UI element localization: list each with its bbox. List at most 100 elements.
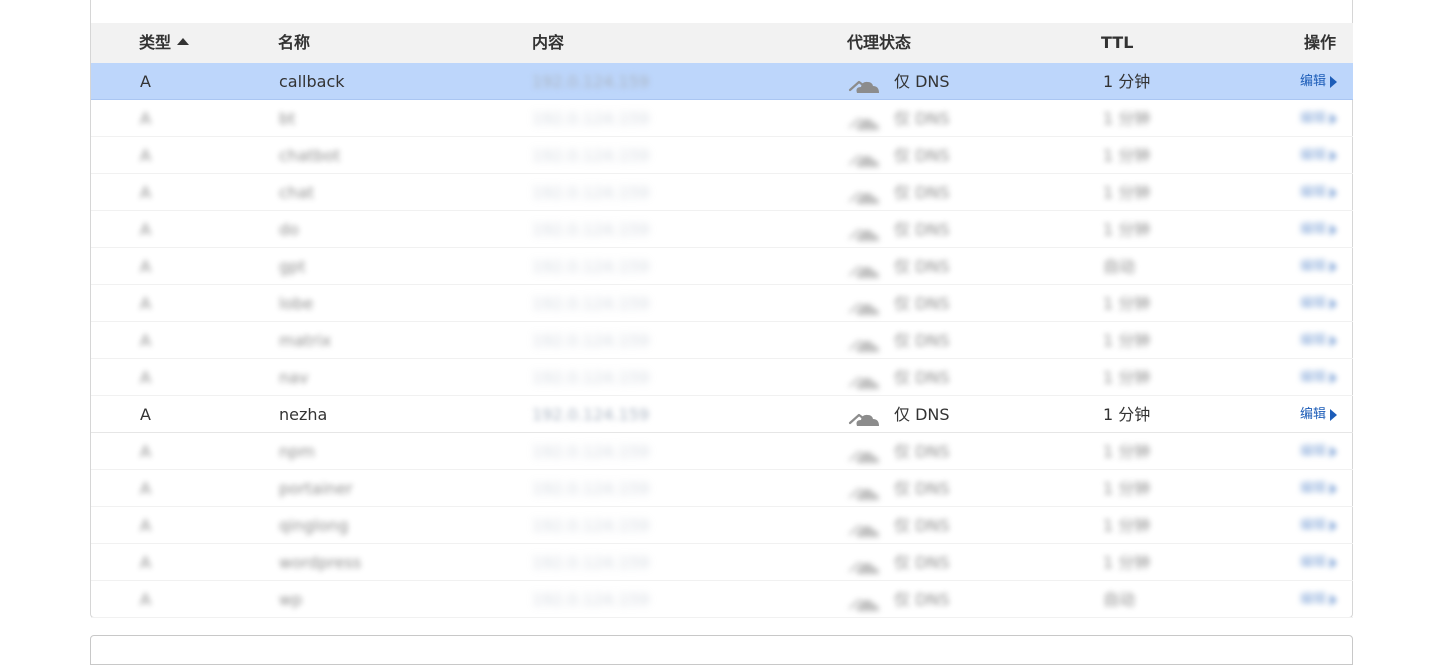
record-content: 192.0.124.159 (532, 72, 650, 91)
record-type: A (140, 146, 151, 165)
edit-button[interactable]: 编辑 (1300, 396, 1338, 433)
edit-button[interactable]: 编辑 (1300, 285, 1338, 322)
column-header-name[interactable]: 名称 (278, 23, 310, 63)
table-row[interactable]: Ado 192.0.124.159 仅 DNS 1 分钟 编辑 (91, 211, 1353, 248)
play-right-icon (1330, 482, 1338, 495)
play-right-icon (1330, 445, 1338, 458)
proxy-status-label: 仅 DNS (894, 331, 950, 350)
proxy-status-label: 仅 DNS (894, 590, 950, 609)
record-type: A (140, 72, 151, 91)
edit-button[interactable]: 编辑 (1300, 359, 1338, 396)
edit-button[interactable]: 编辑 (1300, 137, 1338, 174)
play-right-icon (1330, 408, 1338, 421)
proxy-status[interactable]: 仅 DNS (848, 174, 950, 211)
proxy-status[interactable]: 仅 DNS (848, 507, 950, 544)
table-row[interactable]: Amatrix 192.0.124.159 仅 DNS 1 分钟 编辑 (91, 322, 1353, 359)
dns-only-cloud-icon (848, 478, 880, 500)
record-content: 192.0.124.159 (532, 183, 650, 202)
record-name: callback (279, 72, 345, 91)
record-name: wordpress (279, 553, 362, 572)
table-row[interactable]: Achat 192.0.124.159 仅 DNS 1 分钟 编辑 (91, 174, 1353, 211)
table-row[interactable]: Agpt 192.0.124.159 仅 DNS 自动 编辑 (91, 248, 1353, 285)
record-name: do (279, 220, 299, 239)
proxy-status[interactable]: 仅 DNS (848, 470, 950, 507)
proxy-status-label: 仅 DNS (894, 405, 950, 424)
proxy-status[interactable]: 仅 DNS (848, 322, 950, 359)
play-right-icon (1330, 371, 1338, 384)
proxy-status[interactable]: 仅 DNS (848, 211, 950, 248)
proxy-status[interactable]: 仅 DNS (848, 285, 950, 322)
edit-button[interactable]: 编辑 (1300, 470, 1338, 507)
column-header-content[interactable]: 内容 (532, 23, 564, 63)
record-ttl: 1 分钟 (1103, 72, 1151, 91)
edit-button-label: 编辑 (1300, 259, 1327, 274)
edit-button[interactable]: 编辑 (1300, 433, 1338, 470)
record-content: 192.0.124.159 (532, 442, 650, 461)
proxy-status[interactable]: 仅 DNS (848, 100, 950, 137)
record-type: A (140, 516, 151, 535)
table-row[interactable]: Alobe 192.0.124.159 仅 DNS 1 分钟 编辑 (91, 285, 1353, 322)
table-row[interactable]: Anpm 192.0.124.159 仅 DNS 1 分钟 编辑 (91, 433, 1353, 470)
table-row[interactable]: Awordpress 192.0.124.159 仅 DNS 1 分钟 编辑 (91, 544, 1353, 581)
record-ttl: 1 分钟 (1103, 183, 1151, 202)
record-type: A (140, 294, 151, 313)
record-content: 192.0.124.159 (532, 368, 650, 387)
proxy-status-label: 仅 DNS (894, 72, 950, 91)
table-row[interactable]: Achatbot 192.0.124.159 仅 DNS 1 分钟 编辑 (91, 137, 1353, 174)
record-ttl: 1 分钟 (1103, 479, 1151, 498)
edit-button[interactable]: 编辑 (1300, 544, 1338, 581)
column-header-type[interactable]: 类型 (139, 23, 190, 63)
column-header-action: 操作 (1304, 33, 1337, 52)
proxy-status[interactable]: 仅 DNS (848, 63, 950, 100)
dns-only-cloud-icon (848, 367, 880, 389)
edit-button-label: 编辑 (1300, 555, 1327, 570)
record-type: A (140, 220, 151, 239)
proxy-status-label: 仅 DNS (894, 516, 950, 535)
edit-button[interactable]: 编辑 (1300, 63, 1338, 100)
dns-only-cloud-icon (848, 330, 880, 352)
dns-only-cloud-icon (848, 256, 880, 278)
table-row[interactable]: Awp 192.0.124.159 仅 DNS 自动 编辑 (91, 581, 1353, 618)
table-row[interactable]: Anav 192.0.124.159 仅 DNS 1 分钟 编辑 (91, 359, 1353, 396)
edit-button[interactable]: 编辑 (1300, 507, 1338, 544)
table-row[interactable]: Anezha 192.0.124.159 仅 DNS 1 分钟 编辑 (91, 396, 1353, 433)
dns-records-list: Acallback 192.0.124.159 仅 DNS 1 分钟 编辑 Abt 192.… (91, 63, 1353, 618)
record-name: bt (279, 109, 296, 128)
dns-only-cloud-icon (848, 441, 880, 463)
edit-button[interactable]: 编辑 (1300, 174, 1338, 211)
record-type: A (140, 331, 151, 350)
record-ttl: 自动 (1103, 590, 1136, 609)
proxy-status[interactable]: 仅 DNS (848, 248, 950, 285)
edit-button[interactable]: 编辑 (1300, 211, 1338, 248)
edit-button[interactable]: 编辑 (1300, 248, 1338, 285)
record-ttl: 1 分钟 (1103, 331, 1151, 350)
record-name: lobe (279, 294, 314, 313)
proxy-status[interactable]: 仅 DNS (848, 396, 950, 433)
proxy-status[interactable]: 仅 DNS (848, 433, 950, 470)
edit-button[interactable]: 编辑 (1300, 581, 1338, 618)
table-row[interactable]: Aqinglong 192.0.124.159 仅 DNS 1 分钟 编辑 (91, 507, 1353, 544)
record-name: gpt (279, 257, 306, 276)
proxy-status[interactable]: 仅 DNS (848, 581, 950, 618)
edit-button-label: 编辑 (1300, 74, 1327, 89)
record-name: nezha (279, 405, 328, 424)
edit-button-label: 编辑 (1300, 222, 1327, 237)
record-type: A (140, 183, 151, 202)
edit-button-label: 编辑 (1300, 370, 1327, 385)
play-right-icon (1330, 223, 1338, 236)
column-header-ttl[interactable]: TTL (1101, 23, 1133, 63)
dns-only-cloud-icon (848, 71, 880, 93)
edit-button[interactable]: 编辑 (1300, 100, 1338, 137)
table-row[interactable]: Acallback 192.0.124.159 仅 DNS 1 分钟 编辑 (91, 63, 1353, 100)
proxy-status[interactable]: 仅 DNS (848, 359, 950, 396)
edit-button[interactable]: 编辑 (1300, 322, 1338, 359)
table-row[interactable]: Abt 192.0.124.159 仅 DNS 1 分钟 编辑 (91, 100, 1353, 137)
play-right-icon (1330, 334, 1338, 347)
dns-only-cloud-icon (848, 219, 880, 241)
column-header-proxy[interactable]: 代理状态 (847, 23, 911, 63)
record-content: 192.0.124.159 (532, 257, 650, 276)
proxy-status[interactable]: 仅 DNS (848, 137, 950, 174)
proxy-status[interactable]: 仅 DNS (848, 544, 950, 581)
table-row[interactable]: Aportainer 192.0.124.159 仅 DNS 1 分钟 编辑 (91, 470, 1353, 507)
record-content: 192.0.124.159 (532, 294, 650, 313)
